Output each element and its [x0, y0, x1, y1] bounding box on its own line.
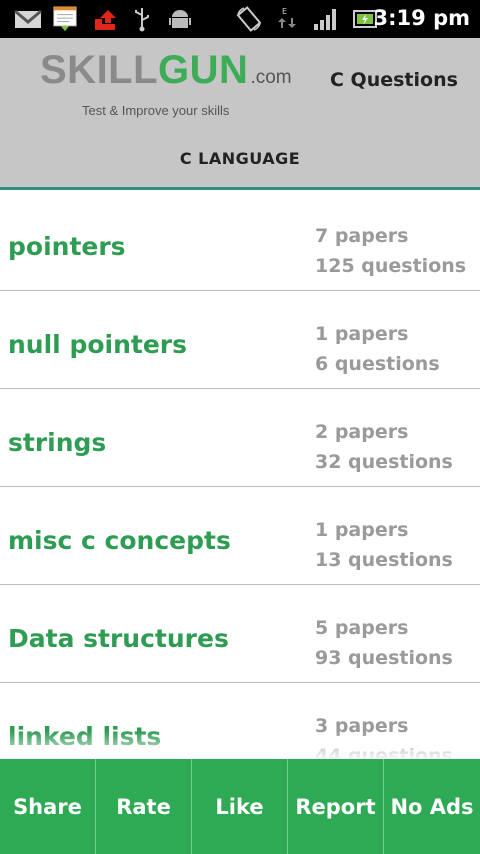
- logo-wordmark: SKILLGUN .com: [40, 50, 292, 98]
- topic-papers-count: 2 papers: [315, 421, 409, 443]
- logo-tagline: Test & Improve your skills: [82, 103, 230, 118]
- topic-questions-count: 6 questions: [315, 353, 440, 375]
- notes-icon: [53, 6, 77, 32]
- topic-stats: 1 papers 13 questions: [315, 515, 453, 575]
- topic-row[interactable]: null pointers 1 papers 6 questions: [0, 291, 480, 389]
- like-button[interactable]: Like: [192, 759, 288, 854]
- topic-row[interactable]: misc c concepts 1 papers 13 questions: [0, 487, 480, 585]
- topic-papers-count: 3 papers: [315, 715, 409, 737]
- topic-row[interactable]: strings 2 papers 32 questions: [0, 389, 480, 487]
- usb-icon: [135, 8, 149, 32]
- gmail-icon: [14, 9, 42, 28]
- logo-brand-suffix: .com: [250, 67, 292, 88]
- topic-stats: 1 papers 6 questions: [315, 319, 440, 379]
- section-title: C Questions: [330, 69, 458, 91]
- screen-rotate-icon: [236, 6, 262, 32]
- topic-name: misc c concepts: [8, 526, 231, 555]
- svg-text:E: E: [282, 7, 287, 16]
- topic-papers-count: 1 papers: [315, 519, 409, 541]
- topic-questions-count: 44 questions: [315, 745, 453, 759]
- topic-stats: 3 papers 44 questions: [315, 711, 453, 759]
- topic-papers-count: 7 papers: [315, 225, 409, 247]
- logo-brand-part1: SKILL: [40, 48, 159, 92]
- topic-list[interactable]: pointers 7 papers 125 questions null poi…: [0, 193, 480, 759]
- topic-row[interactable]: linked lists 3 papers 44 questions: [0, 683, 480, 759]
- topic-row[interactable]: pointers 7 papers 125 questions: [0, 193, 480, 291]
- bottom-action-bar: Share Rate Like Report No Ads: [0, 759, 480, 854]
- report-button[interactable]: Report: [288, 759, 384, 854]
- topic-stats: 7 papers 125 questions: [315, 221, 466, 281]
- upload-icon: [95, 10, 116, 30]
- topic-stats: 2 papers 32 questions: [315, 417, 453, 477]
- data-transfer-icon: E: [278, 7, 296, 28]
- android-icon: [169, 10, 191, 28]
- share-button[interactable]: Share: [0, 759, 96, 854]
- topic-name: Data structures: [8, 624, 229, 653]
- rate-button[interactable]: Rate: [96, 759, 192, 854]
- topic-questions-count: 125 questions: [315, 255, 467, 277]
- skillgun-logo[interactable]: SKILLGUN .com Test & Improve your skills: [40, 50, 292, 118]
- topic-name: linked lists: [8, 722, 162, 751]
- topic-questions-count: 32 questions: [315, 451, 453, 473]
- topic-name: null pointers: [8, 330, 187, 359]
- topic-questions-count: 93 questions: [315, 647, 453, 669]
- logo-brand-part2: GUN: [158, 48, 249, 92]
- topic-name: pointers: [8, 232, 126, 261]
- category-title: C LANGUAGE: [179, 149, 301, 168]
- topic-row[interactable]: Data structures 5 papers 93 questions: [0, 585, 480, 683]
- status-time: 3:19 pm: [373, 6, 470, 30]
- topic-name: strings: [8, 428, 107, 457]
- topic-papers-count: 1 papers: [315, 323, 409, 345]
- topic-questions-count: 13 questions: [315, 549, 453, 571]
- signal-icon: [314, 9, 336, 30]
- topic-papers-count: 5 papers: [315, 617, 409, 639]
- topic-stats: 5 papers 93 questions: [315, 613, 453, 673]
- no-ads-button[interactable]: No Ads: [384, 759, 480, 854]
- status-bar: E 3:19 pm: [0, 0, 480, 38]
- app-header: SKILLGUN .com Test & Improve your skills …: [0, 38, 480, 190]
